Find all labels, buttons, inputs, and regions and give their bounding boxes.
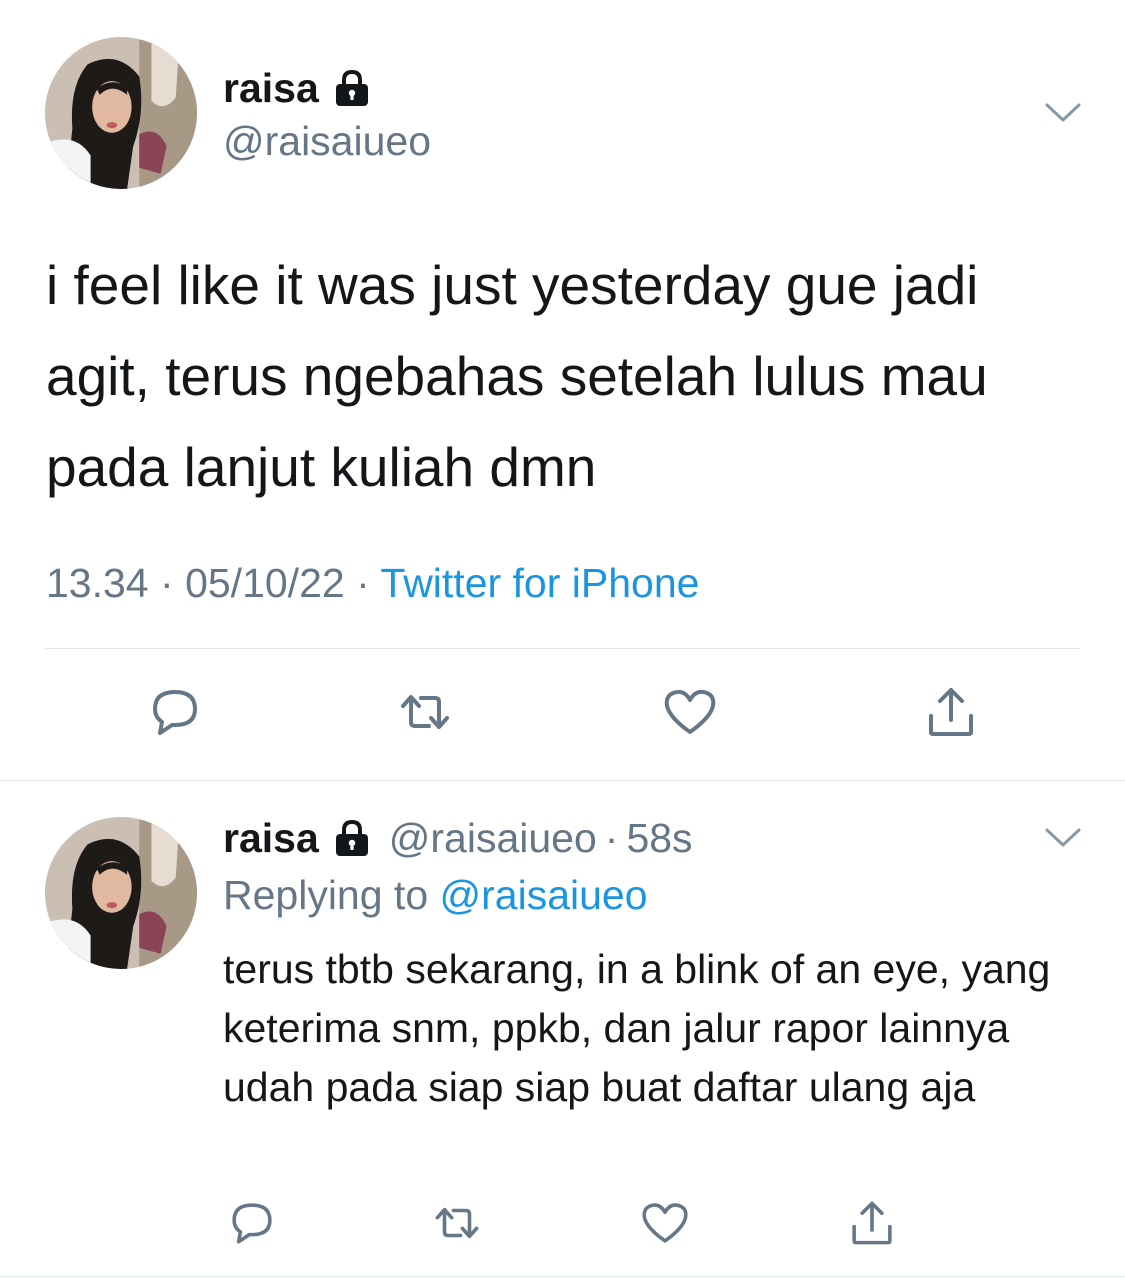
meta-separator: · bbox=[160, 560, 174, 606]
meta-separator: · bbox=[356, 560, 370, 606]
display-name[interactable]: raisa bbox=[223, 65, 319, 112]
main-tweet[interactable]: raisa @raisaiueo i feel like it was just… bbox=[0, 0, 1125, 780]
meta-separator: · bbox=[604, 814, 619, 861]
author-handle[interactable]: @raisaiueo bbox=[389, 815, 597, 862]
chevron-down-icon[interactable] bbox=[1044, 826, 1082, 850]
author-name-row[interactable]: raisa bbox=[223, 62, 371, 114]
chevron-down-icon[interactable] bbox=[1044, 101, 1082, 125]
avatar-image bbox=[45, 37, 197, 189]
reply-icon[interactable] bbox=[147, 684, 203, 740]
retweet-icon[interactable] bbox=[432, 1198, 482, 1248]
tweet-text: i feel like it was just yesterday gue ja… bbox=[46, 254, 988, 498]
tweet-divider bbox=[0, 780, 1125, 781]
lock-icon bbox=[333, 68, 371, 108]
tweet-time: 13.34 bbox=[46, 560, 149, 606]
replying-to-label: Replying to bbox=[223, 872, 429, 918]
tweet-source-link[interactable]: Twitter for iPhone bbox=[380, 560, 699, 606]
tweet-thread: raisa @raisaiueo i feel like it was just… bbox=[0, 0, 1125, 1278]
tweet-time[interactable]: 58s bbox=[626, 815, 692, 862]
tweet-divider bbox=[0, 1276, 1125, 1277]
reply-icon[interactable] bbox=[227, 1198, 277, 1248]
author-name-row[interactable]: raisa @raisaiueo · 58s bbox=[223, 812, 693, 864]
tweet-date: 05/10/22 bbox=[185, 560, 345, 606]
heart-icon[interactable] bbox=[640, 1198, 690, 1248]
share-icon[interactable] bbox=[923, 684, 979, 740]
tweet-meta: 13.34 · 05/10/22 · Twitter for iPhone bbox=[46, 560, 699, 607]
display-name[interactable]: raisa bbox=[223, 815, 319, 862]
share-icon[interactable] bbox=[847, 1198, 897, 1248]
divider bbox=[45, 648, 1080, 649]
avatar-image bbox=[45, 817, 197, 969]
author-handle[interactable]: @raisaiueo bbox=[223, 118, 431, 165]
tweet-text: terus tbtb sekarang, in a blink of an ey… bbox=[223, 946, 1051, 1110]
retweet-icon[interactable] bbox=[397, 684, 453, 740]
replying-to: Replying to @raisaiueo bbox=[223, 872, 648, 919]
avatar[interactable] bbox=[45, 37, 197, 189]
avatar[interactable] bbox=[45, 817, 197, 969]
heart-icon[interactable] bbox=[662, 684, 718, 740]
lock-icon bbox=[333, 818, 371, 858]
replying-to-mention[interactable]: @raisaiueo bbox=[440, 872, 648, 918]
